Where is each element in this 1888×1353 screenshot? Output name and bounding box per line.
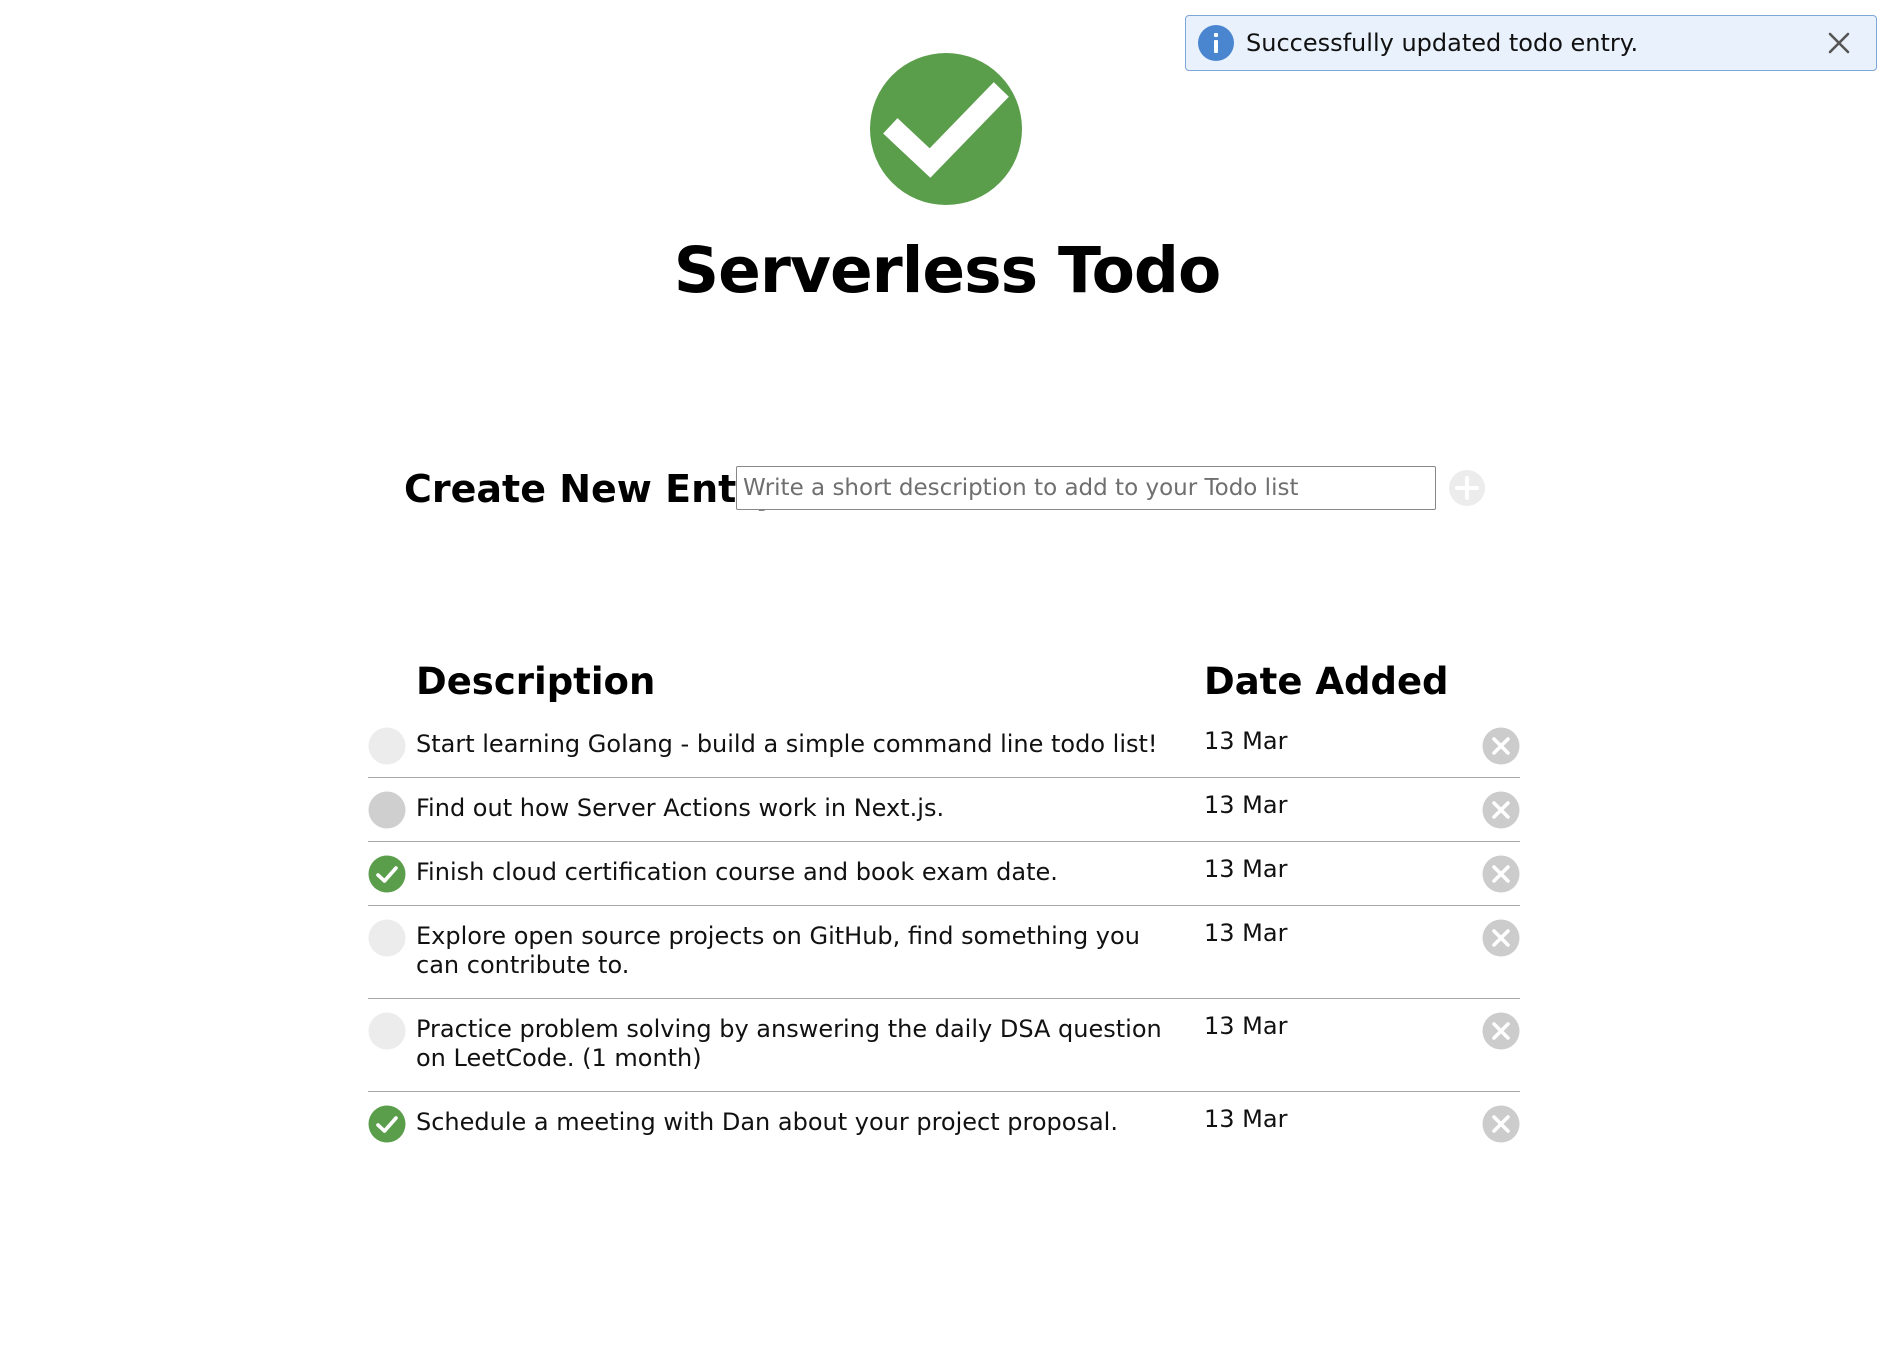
delete-icon[interactable]: [1482, 791, 1520, 829]
todo-date-added: 13 Mar: [1204, 919, 1288, 947]
plus-circle-icon[interactable]: [1448, 469, 1486, 507]
info-icon: [1198, 25, 1234, 61]
todo-date-added: 13 Mar: [1204, 1012, 1288, 1040]
column-header-date-added: Date Added: [1204, 660, 1449, 703]
close-icon[interactable]: [1826, 30, 1852, 56]
page-title: Serverless Todo: [673, 234, 1222, 307]
delete-icon[interactable]: [1482, 1012, 1520, 1050]
table-row: Finish cloud certification course and bo…: [368, 842, 1520, 906]
page: Successfully updated todo entry. Serverl…: [0, 0, 1888, 1353]
column-header-description: Description: [416, 660, 656, 703]
incomplete-circle-icon[interactable]: [368, 791, 406, 829]
todo-description: Find out how Server Actions work in Next…: [416, 794, 945, 822]
complete-check-icon[interactable]: [368, 855, 406, 893]
todo-date-added: 13 Mar: [1204, 855, 1288, 883]
delete-icon[interactable]: [1482, 1105, 1520, 1143]
todo-description: Practice problem solving by answering th…: [416, 1015, 1162, 1072]
todo-description: Schedule a meeting with Dan about your p…: [416, 1108, 1118, 1136]
todo-description: Start learning Golang - build a simple c…: [416, 730, 1158, 758]
todo-description: Finish cloud certification course and bo…: [416, 858, 1058, 886]
todo-date-added: 13 Mar: [1204, 1105, 1288, 1133]
table-row: Start learning Golang - build a simple c…: [368, 714, 1520, 778]
delete-icon[interactable]: [1482, 919, 1520, 957]
incomplete-circle-icon[interactable]: [368, 727, 406, 765]
todo-date-added: 13 Mar: [1204, 791, 1288, 819]
todo-description: Explore open source projects on GitHub, …: [416, 922, 1140, 979]
delete-icon[interactable]: [1482, 727, 1520, 765]
complete-check-icon[interactable]: [368, 1105, 406, 1143]
table-row: Explore open source projects on GitHub, …: [368, 906, 1520, 999]
new-entry-input[interactable]: [736, 466, 1436, 510]
table-row: Schedule a meeting with Dan about your p…: [368, 1092, 1520, 1156]
incomplete-circle-icon[interactable]: [368, 919, 406, 957]
table-row: Practice problem solving by answering th…: [368, 999, 1520, 1092]
todo-table: Description Date Added Start learning Go…: [368, 654, 1520, 1156]
check-circle-icon: [870, 53, 1022, 205]
table-row: Find out how Server Actions work in Next…: [368, 778, 1520, 842]
toast-message: Successfully updated todo entry.: [1246, 29, 1639, 57]
table-header: Description Date Added: [368, 654, 1520, 714]
delete-icon[interactable]: [1482, 855, 1520, 893]
todo-date-added: 13 Mar: [1204, 727, 1288, 755]
toast-notification: Successfully updated todo entry.: [1185, 15, 1877, 71]
table-body: Start learning Golang - build a simple c…: [368, 714, 1520, 1156]
incomplete-circle-icon[interactable]: [368, 1012, 406, 1050]
